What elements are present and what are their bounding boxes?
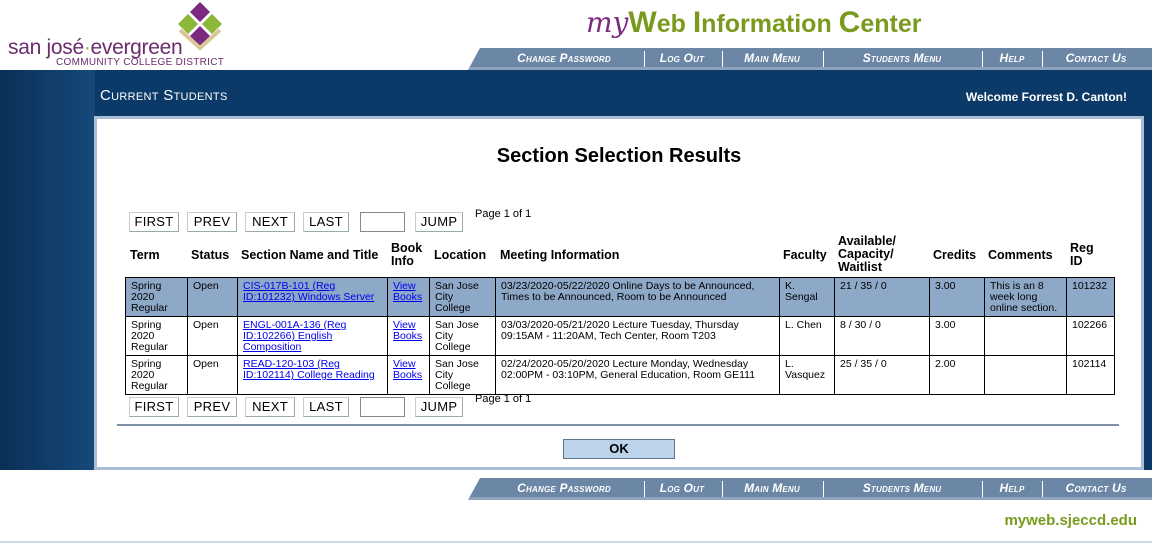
col-term: Term (130, 248, 160, 262)
nav-main-menu[interactable]: Main Menu (726, 478, 818, 500)
nav-log-out[interactable]: Log Out (648, 478, 716, 500)
last-button[interactable]: LAST (303, 397, 349, 417)
pager-top: FIRST PREV NEXT LAST JUMP Page 1 of 1 (129, 208, 549, 232)
section-link[interactable]: ENGL-001A-136 (Reg ID:102266) English Comp… (243, 319, 346, 353)
section-link[interactable]: READ-120-103 (Reg ID:102114) College Read… (243, 358, 375, 381)
nav-students-menu[interactable]: Students Menu (828, 48, 976, 70)
page-title: Section Selection Results (496, 145, 742, 167)
status-text: Open (188, 317, 238, 355)
status-text: Open (188, 356, 238, 394)
col-status: Status (191, 248, 230, 262)
top-navigation: Change Password Log Out Main Menu Studen… (468, 48, 1152, 70)
ok-button[interactable]: OK (563, 439, 675, 459)
col-reg-id: Reg ID (1070, 241, 1094, 268)
table-row[interactable]: Spring 2020 Regular Open ENGL-001A-136 (Re… (125, 316, 1115, 356)
footer-site-link[interactable]: myweb.sjeccd.edu (1004, 512, 1137, 529)
nav-log-out[interactable]: Log Out (648, 48, 716, 70)
nav-contact-us[interactable]: Contact Us (1046, 48, 1146, 70)
site-header: san josé·evergreen COMMUNITY COLLEGE DIS… (0, 0, 1152, 70)
next-button[interactable]: NEXT (245, 397, 295, 417)
section-heading: Current Students (100, 87, 228, 104)
view-books-link[interactable]: View Books (393, 358, 422, 381)
first-button[interactable]: FIRST (129, 212, 179, 232)
col-comments: Comments (988, 248, 1053, 262)
col-availability: Available/Capacity/Waitlist (838, 234, 896, 274)
first-button[interactable]: FIRST (129, 397, 179, 417)
col-credits: Credits (933, 248, 977, 262)
view-books-link[interactable]: View Books (393, 280, 422, 303)
nav-contact-us[interactable]: Contact Us (1046, 478, 1146, 500)
results-panel: Section Selection Results FIRST PREV NEX… (94, 116, 1144, 470)
nav-students-menu[interactable]: Students Menu (828, 478, 976, 500)
col-meeting: Meeting Information (500, 248, 620, 262)
district-logo[interactable]: san josé·evergreen COMMUNITY COLLEGE DIS… (4, 0, 234, 70)
page-jump-input[interactable] (360, 397, 405, 417)
section-link[interactable]: CIS-017B-101 (Reg ID:101232) Windows Serv… (243, 280, 374, 303)
page-jump-input[interactable] (360, 212, 405, 232)
nav-help[interactable]: Help (986, 48, 1038, 70)
nav-change-password[interactable]: Change Password (490, 48, 638, 70)
logo-subtext: COMMUNITY COLLEGE DISTRICT (56, 57, 225, 68)
nav-change-password[interactable]: Change Password (490, 478, 638, 500)
brand-title: myWeb Information Center (586, 6, 922, 39)
jump-button[interactable]: JUMP (415, 212, 463, 232)
col-section: Section Name and Title (241, 248, 379, 262)
jump-button[interactable]: JUMP (415, 397, 463, 417)
bottom-navigation: Change Password Log Out Main Menu Studen… (468, 478, 1152, 500)
table-header: Term Status Section Name and Title Book I… (97, 235, 1141, 275)
col-faculty: Faculty (783, 248, 827, 262)
nav-main-menu[interactable]: Main Menu (726, 48, 818, 70)
col-book-info: Book Info (391, 241, 423, 268)
next-button[interactable]: NEXT (245, 212, 295, 232)
view-books-link[interactable]: View Books (393, 319, 422, 342)
col-location: Location (434, 248, 487, 262)
divider (117, 424, 1119, 426)
welcome-message: Welcome Forrest D. Canton! (965, 90, 1127, 104)
nav-help[interactable]: Help (986, 478, 1038, 500)
page-info: Page 1 of 1 (475, 393, 532, 405)
table-row[interactable]: Spring 2020 Regular Open READ-120-103 (Reg… (125, 355, 1115, 395)
table-row[interactable]: Spring 2020 Regular Open CIS-017B-101 (Reg… (125, 277, 1115, 317)
prev-button[interactable]: PREV (187, 397, 237, 417)
page-info: Page 1 of 1 (475, 208, 532, 220)
status-text: Open (188, 278, 238, 316)
pager-bottom: FIRST PREV NEXT LAST JUMP Page 1 of 1 (129, 393, 549, 417)
last-button[interactable]: LAST (303, 212, 349, 232)
prev-button[interactable]: PREV (187, 212, 237, 232)
